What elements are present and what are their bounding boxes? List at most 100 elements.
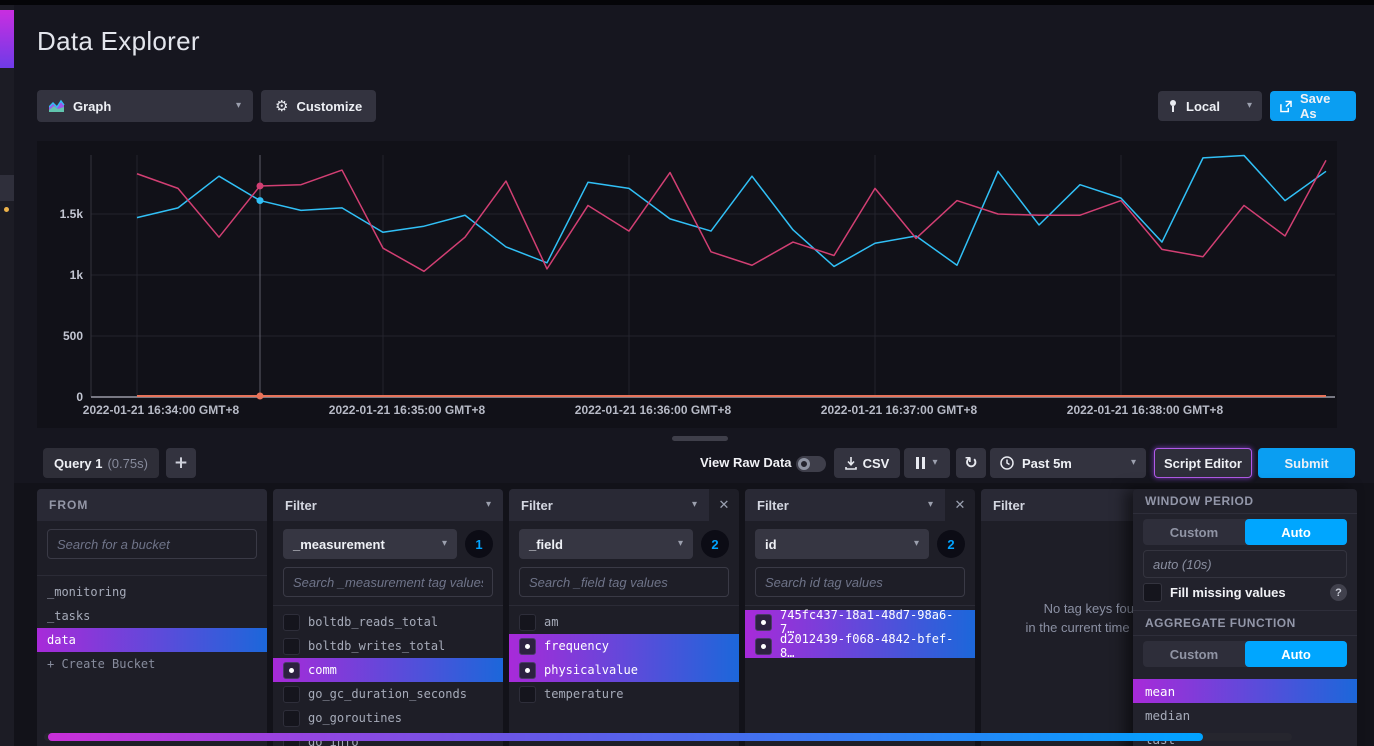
list-item[interactable]: + Create Bucket bbox=[37, 652, 267, 676]
list-item[interactable]: _monitoring bbox=[37, 580, 267, 604]
series-orange-hover-dot bbox=[257, 393, 264, 400]
tag-value-list: 745fc437-18a1-48d7-98a6-7…d2012439-f068-… bbox=[745, 610, 975, 658]
save-as-button[interactable]: Save As bbox=[1270, 91, 1356, 121]
checkbox[interactable] bbox=[283, 710, 300, 727]
help-icon[interactable]: ? bbox=[1330, 584, 1347, 601]
auto-option[interactable]: Auto bbox=[1245, 641, 1347, 667]
fill-missing-values-label: Fill missing values bbox=[1170, 585, 1286, 600]
list-item[interactable]: data bbox=[37, 628, 267, 652]
checkbox[interactable] bbox=[283, 662, 300, 679]
gear-icon: ⚙ bbox=[275, 99, 288, 114]
checkbox[interactable] bbox=[283, 614, 300, 631]
list-item[interactable]: boltdb_reads_total bbox=[273, 610, 503, 634]
data-explorer-page: Data Explorer Graph ▾ ⚙ Customize Local … bbox=[0, 0, 1374, 746]
window-period-panel: WINDOW PERIOD Custom Auto Fill missing v… bbox=[1133, 489, 1357, 746]
download-icon bbox=[845, 457, 857, 470]
checkbox[interactable] bbox=[519, 638, 536, 655]
custom-option[interactable]: Custom bbox=[1143, 519, 1245, 545]
nav-logo[interactable] bbox=[0, 10, 14, 68]
list-item[interactable]: am bbox=[509, 610, 739, 634]
list-item[interactable]: median bbox=[1133, 703, 1357, 727]
list-item[interactable]: d2012439-f068-4842-bfef-8… bbox=[745, 634, 975, 658]
tag-value-search-input[interactable] bbox=[755, 567, 965, 597]
list-item[interactable]: go_goroutines bbox=[273, 706, 503, 730]
checkbox[interactable] bbox=[519, 614, 536, 631]
csv-download-button[interactable]: CSV bbox=[834, 448, 900, 478]
refresh-icon: ↻ bbox=[964, 455, 977, 471]
tag-key-dropdown[interactable]: _measurement ▾ bbox=[283, 529, 457, 559]
close-filter-icon[interactable]: ✕ bbox=[709, 489, 739, 521]
x-axis-tick-label: 2022-01-21 16:35:00 GMT+8 bbox=[329, 403, 486, 417]
list-item[interactable]: comm bbox=[273, 658, 503, 682]
tag-key-dropdown[interactable]: id ▾ bbox=[755, 529, 929, 559]
graph-icon bbox=[49, 99, 65, 113]
checkbox[interactable] bbox=[755, 638, 772, 655]
tag-key-label: _field bbox=[529, 537, 563, 552]
fill-missing-values-checkbox[interactable] bbox=[1143, 583, 1162, 602]
bucket-list: _monitoring _tasksdata + Create Bucket bbox=[37, 580, 267, 676]
filter-panel-header[interactable]: Filter ▾ bbox=[509, 489, 709, 521]
refresh-button[interactable]: ↻ bbox=[956, 448, 986, 478]
x-axis-tick-label: 2022-01-21 16:34:00 GMT+8 bbox=[83, 403, 240, 417]
customize-button[interactable]: ⚙ Customize bbox=[261, 90, 376, 122]
list-item[interactable]: temperature bbox=[509, 682, 739, 706]
filter-panel-field: Filter ▾ ✕ _field ▾ 2 amfrequencyphysica… bbox=[509, 489, 739, 746]
horizontal-scrollbar-thumb[interactable] bbox=[48, 733, 1203, 741]
bucket-search-input[interactable] bbox=[47, 529, 257, 559]
list-item-label: data bbox=[47, 633, 76, 647]
filter-panel-header[interactable]: Filter ▾ bbox=[273, 489, 503, 521]
script-editor-button[interactable]: Script Editor bbox=[1154, 448, 1252, 478]
local-dropdown[interactable]: Local ▾ bbox=[1158, 91, 1262, 121]
filter-title: Filter bbox=[993, 498, 1025, 513]
tag-value-list: boltdb_reads_total boltdb_writes_totalcom… bbox=[273, 610, 503, 746]
plus-icon: + bbox=[174, 455, 188, 472]
list-item[interactable]: physicalvalue bbox=[509, 658, 739, 682]
list-item[interactable]: mean bbox=[1133, 679, 1357, 703]
close-filter-icon[interactable]: ✕ bbox=[945, 489, 975, 521]
tag-value-search-input[interactable] bbox=[283, 567, 493, 597]
time-range-dropdown[interactable]: Past 5m ▾ bbox=[990, 448, 1146, 478]
auto-option[interactable]: Auto bbox=[1245, 519, 1347, 545]
list-item[interactable]: go_gc_duration_seconds bbox=[273, 682, 503, 706]
view-raw-data-toggle[interactable] bbox=[796, 456, 826, 472]
list-item-label: boltdb_reads_total bbox=[308, 615, 438, 629]
time-series-chart[interactable]: 05001k1.5k2022-01-21 16:34:00 GMT+82022-… bbox=[37, 141, 1337, 428]
tag-key-label: _measurement bbox=[293, 537, 385, 552]
list-item[interactable]: 745fc437-18a1-48d7-98a6-7… bbox=[745, 610, 975, 634]
submit-button[interactable]: Submit bbox=[1258, 448, 1355, 478]
save-as-label: Save As bbox=[1300, 91, 1346, 121]
chevron-down-icon: ▾ bbox=[442, 539, 447, 549]
window-period-header: WINDOW PERIOD bbox=[1133, 489, 1357, 514]
filter-panel-header[interactable]: Filter ▾ bbox=[745, 489, 945, 521]
x-axis-tick-label: 2022-01-21 16:37:00 GMT+8 bbox=[821, 403, 978, 417]
checkbox[interactable] bbox=[519, 686, 536, 703]
pause-icon bbox=[916, 457, 925, 469]
window-period-input[interactable] bbox=[1143, 550, 1347, 578]
list-item-label: _monitoring bbox=[47, 585, 126, 599]
view-type-dropdown[interactable]: Graph ▾ bbox=[37, 90, 253, 122]
script-editor-label: Script Editor bbox=[1164, 456, 1242, 471]
list-item[interactable]: boltdb_writes_total bbox=[273, 634, 503, 658]
aggregate-mode-toggle: Custom Auto bbox=[1143, 641, 1347, 667]
filter-panel-id: Filter ▾ ✕ id ▾ 2 745fc437-18a1-48d7-98a… bbox=[745, 489, 975, 746]
pause-button[interactable]: ▾ bbox=[904, 448, 950, 478]
list-item[interactable]: frequency bbox=[509, 634, 739, 658]
checkbox[interactable] bbox=[283, 638, 300, 655]
resize-drag-handle[interactable] bbox=[672, 436, 728, 441]
tag-value-search-input[interactable] bbox=[519, 567, 729, 597]
chevron-down-icon: ▾ bbox=[932, 458, 937, 468]
nav-rail bbox=[0, 5, 14, 746]
checkbox[interactable] bbox=[755, 614, 772, 631]
nav-item[interactable] bbox=[0, 175, 14, 201]
checkbox[interactable] bbox=[283, 686, 300, 703]
query-tab-label: Query 1 bbox=[54, 456, 102, 471]
list-item[interactable]: _tasks bbox=[37, 604, 267, 628]
tag-key-dropdown[interactable]: _field ▾ bbox=[519, 529, 693, 559]
checkbox[interactable] bbox=[519, 662, 536, 679]
query-tab[interactable]: Query 1 (0.75s) bbox=[43, 448, 159, 478]
divider bbox=[509, 605, 739, 606]
add-query-button[interactable]: + bbox=[166, 448, 196, 478]
tag-key-label: id bbox=[765, 537, 777, 552]
page-title: Data Explorer bbox=[37, 26, 200, 57]
custom-option[interactable]: Custom bbox=[1143, 641, 1245, 667]
